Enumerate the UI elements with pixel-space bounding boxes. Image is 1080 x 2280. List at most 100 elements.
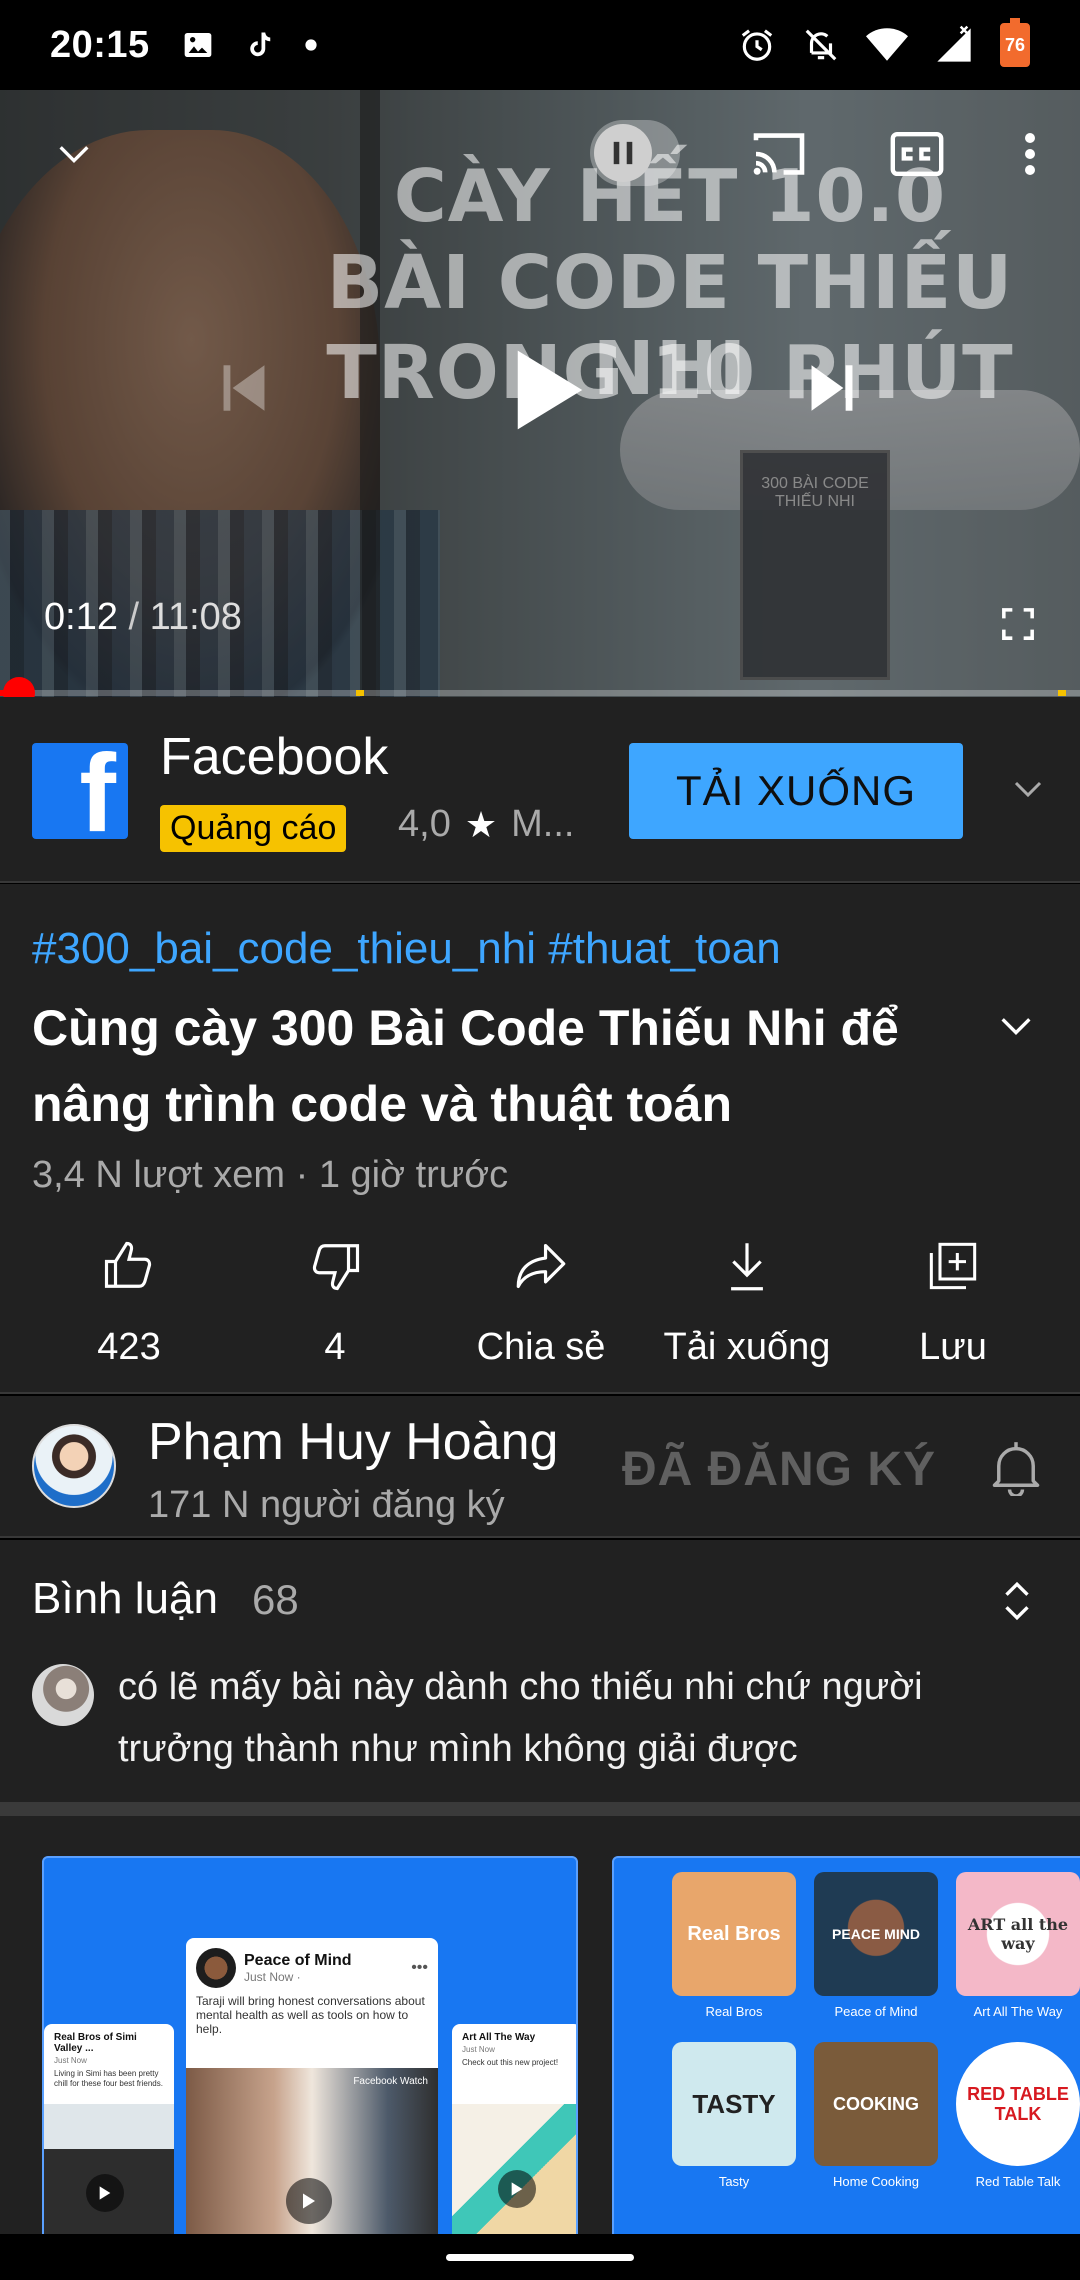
right-post-image [452,2104,576,2234]
show-label: Art All The Way [973,2004,1063,2019]
signal-icon [934,25,974,65]
download-label: Tải xuống [663,1326,831,1368]
play-icon [498,2170,536,2208]
ad-expand-button[interactable] [1006,767,1050,811]
left-post-image [44,2104,174,2234]
action-bar: 423 4 Chia sẻ Tải xuống Lưu [0,1234,1080,1374]
post-card-left: Real Bros of Simi Valley ... Just Now Li… [44,2024,174,2234]
video-info: #300_bai_code_thieu_nhi #thuat_toan Cùng… [0,884,1080,1394]
left-post-title: Real Bros of Simi Valley ... [54,2032,137,2054]
duration: 11:08 [149,596,242,638]
save-playlist-icon [927,1234,979,1298]
save-button[interactable]: Lưu [850,1234,1056,1374]
right-post-time: Just Now [462,2045,495,2054]
ad-title: Facebook [160,728,389,786]
show-tile-home-cooking: COOKING [814,2042,938,2166]
show-tile-tasty: TASTY [672,2042,796,2166]
next-button[interactable] [802,356,862,420]
battery-icon: 76 [1000,18,1030,67]
home-gesture-handle[interactable] [446,2254,634,2261]
ad-rating: 4,0 ★ M... [398,803,574,846]
like-count: 423 [97,1326,161,1368]
chevron-down-icon [59,146,89,164]
show-label: Real Bros [705,2004,763,2019]
image-icon [182,29,214,61]
cc-icon [890,132,944,176]
channel-name[interactable]: Phạm Huy Hoàng [148,1412,558,1472]
show-label: Red Table Talk [975,2174,1061,2189]
video-player[interactable]: 300 BÀI CODE THIẾU NHI CÀY HẾT 10.0 BÀI … [0,90,1080,697]
post-card-right: Art All The Way Just Now Check out this … [452,2024,576,2234]
ad-marker [356,690,365,696]
bell-icon [992,1442,1040,1496]
left-post-time: Just Now [54,2056,87,2065]
show-tile-red-table-talk: RED TABLE TALK [956,2042,1080,2166]
status-time: 20:15 [50,23,150,66]
autoplay-toggle[interactable] [590,120,680,186]
dislike-button[interactable]: 4 [232,1234,438,1374]
cast-button[interactable] [746,124,812,184]
alarm-icon [738,26,776,64]
post-image: Facebook Watch [186,2068,438,2234]
progress-bar[interactable] [0,677,1080,709]
share-icon [513,1234,569,1298]
channel-row[interactable]: Phạm Huy Hoàng 171 N người đăng ký ĐÃ ĐĂ… [0,1396,1080,1538]
play-button[interactable] [502,340,598,440]
show-label: Tasty [718,2174,750,2189]
left-post-body: Living in Simi has been pretty chill for… [54,2069,163,2088]
download-button[interactable]: Tải xuống [644,1234,850,1374]
mute-icon [802,26,840,64]
tiktok-icon [244,29,274,61]
section-divider [0,1802,1080,1816]
video-hashtags[interactable]: #300_bai_code_thieu_nhi #thuat_toan [32,924,781,974]
player-more-button[interactable] [1008,124,1052,184]
post-time: Just Now · [244,1970,301,1984]
post-title: Peace of Mind [244,1952,352,1969]
status-bar: 20:15 76 [0,0,1080,90]
more-vertical-icon [1025,133,1035,175]
comments-section[interactable]: Bình luận 68 có lẽ mấy bài này dành cho … [0,1540,1080,1802]
skip-next-icon [811,365,853,411]
ad-row[interactable]: f Facebook Quảng cáo 4,0 ★ M... TẢI XUỐN… [0,697,1080,883]
more-horizontal-icon: ••• [411,1959,428,1976]
ad-carousel[interactable]: Peace of Mind Just Now · ••• Taraji will… [0,1816,1080,2234]
ad-rating-value: 4,0 [398,803,451,845]
commenter-avatar[interactable] [32,1664,94,1726]
video-title[interactable]: Cùng cày 300 Bài Code Thiếu Nhi để nâng … [32,990,962,1142]
comments-count: 68 [252,1576,299,1623]
fullscreen-button[interactable] [996,602,1040,646]
channel-avatar[interactable] [32,1424,116,1508]
show-label: Peace of Mind [834,2004,918,2019]
show-label: Home Cooking [833,2174,919,2189]
star-icon: ★ [464,803,498,845]
share-button[interactable]: Chia sẻ [438,1234,644,1374]
comments-expand-button[interactable] [1002,1580,1032,1622]
notification-bell-button[interactable] [990,1440,1042,1496]
top-comment-text: có lẽ mấy bài này dành cho thiếu nhi chứ… [118,1666,923,1770]
description-expand-button[interactable] [996,1006,1036,1046]
show-tile-art-all-the-way: ART all the way [956,1872,1080,1996]
post-body: Taraji will bring honest conversations a… [196,1994,425,2036]
minimize-player-button[interactable] [44,124,104,184]
dot-icon [304,38,318,52]
carousel-card-watch[interactable]: Peace of Mind Just Now · ••• Taraji will… [42,1856,578,2234]
captions-button[interactable] [886,124,948,184]
facebook-watch-watermark: Facebook Watch [353,2076,428,2087]
cast-icon [753,133,805,175]
play-icon [517,350,583,430]
ad-install-button[interactable]: TẢI XUỐNG [629,743,963,839]
time-display: 0:12 / 11:08 [44,596,242,639]
like-button[interactable]: 423 [26,1234,232,1374]
post-card-main: Peace of Mind Just Now · ••• Taraji will… [186,1938,438,2234]
battery-level: 76 [1004,34,1026,55]
previous-button[interactable] [214,356,274,420]
view-count-and-date: 3,4 N lượt xem · 1 giờ trước [32,1154,509,1196]
subscribed-button[interactable]: ĐÃ ĐĂNG KÝ [622,1442,936,1497]
pause-icon [594,124,652,182]
play-icon [86,2174,124,2212]
time-separator: / [117,596,150,638]
dislike-count: 4 [324,1326,346,1368]
unfold-icon [1005,1581,1029,1621]
comments-title: Bình luận [32,1574,218,1623]
carousel-card-shows[interactable]: Real Bros Real Bros PEACE MIND Peace of … [612,1856,1080,2234]
